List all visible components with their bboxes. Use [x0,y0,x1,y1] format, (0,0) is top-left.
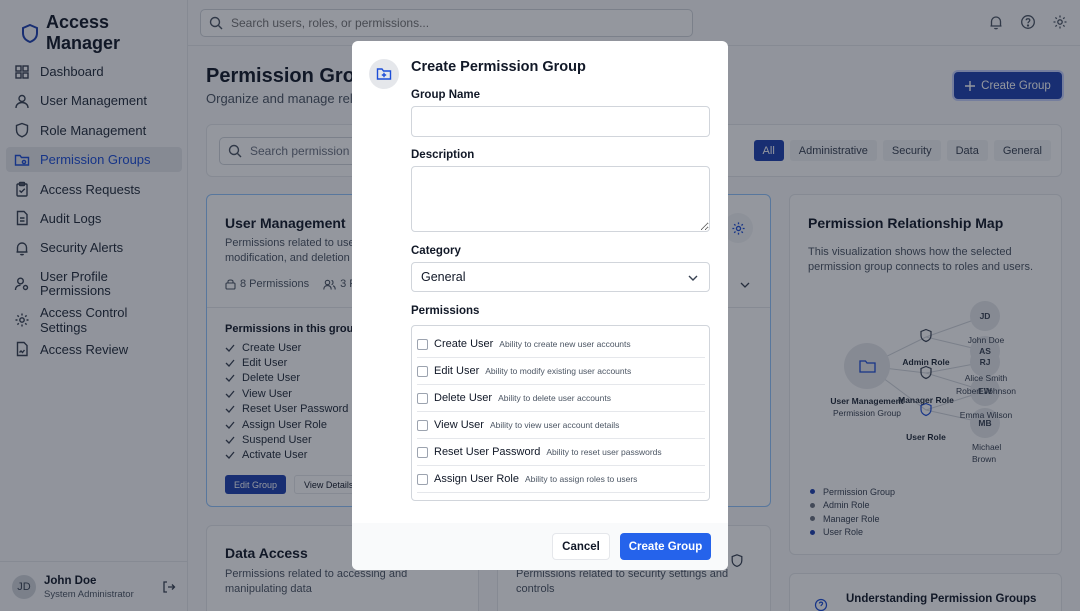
modal-footer: Cancel Create Group [352,523,728,570]
permission-name: Reset User Password [434,446,541,458]
permission-checkbox[interactable] [417,473,428,485]
create-group-modal: Create Permission Group Group Name Descr… [352,41,728,570]
permission-row-view-user[interactable]: View User Ability to view user account de… [417,412,705,439]
permission-name: Delete User [434,392,493,404]
permission-checkbox[interactable] [417,446,428,458]
permission-description: Ability to assign roles to users [524,474,638,484]
cancel-button[interactable]: Cancel [552,533,610,560]
category-select[interactable]: General [411,262,710,292]
permission-description: Ability to view user account details [489,420,620,430]
permission-row-delete-user[interactable]: Delete User Ability to delete user accoun… [417,385,705,412]
permissions-label: Permissions [411,305,480,317]
permission-row-reset-password[interactable]: Reset User Password Ability to reset user… [417,439,705,466]
permission-row-edit-user[interactable]: Edit User Ability to modify existing user… [417,358,705,385]
chevron-down-icon [687,272,699,284]
permission-name: Create User [434,338,494,350]
modal-title: Create Permission Group [411,59,586,75]
group-name-input[interactable] [411,106,710,137]
permissions-list[interactable]: Create User Ability to create new user ac… [411,325,710,501]
description-label: Description [411,149,475,161]
group-name-label: Group Name [411,89,481,101]
folder-plus-icon [369,59,399,89]
permission-row-partial[interactable] [417,493,705,500]
permission-name: View User [434,419,484,431]
permission-checkbox[interactable] [417,419,428,431]
permission-checkbox[interactable] [417,338,428,350]
permission-description: Ability to delete user accounts [498,393,612,403]
permission-checkbox[interactable] [417,392,428,404]
category-selected-value: General [421,270,466,284]
category-label: Category [411,245,461,257]
permission-row-create-user[interactable]: Create User Ability to create new user ac… [417,331,705,358]
permission-row-assign-role[interactable]: Assign User Role Ability to assign roles … [417,466,705,493]
permission-checkbox[interactable] [417,365,428,377]
description-textarea[interactable] [411,166,710,232]
permission-name: Edit User [434,365,480,377]
permission-name: Assign User Role [434,473,519,485]
permission-description: Ability to reset user passwords [546,447,662,457]
create-group-submit-button[interactable]: Create Group [620,533,711,560]
permission-description: Ability to modify existing user accounts [485,366,632,376]
permission-description: Ability to create new user accounts [499,339,631,349]
